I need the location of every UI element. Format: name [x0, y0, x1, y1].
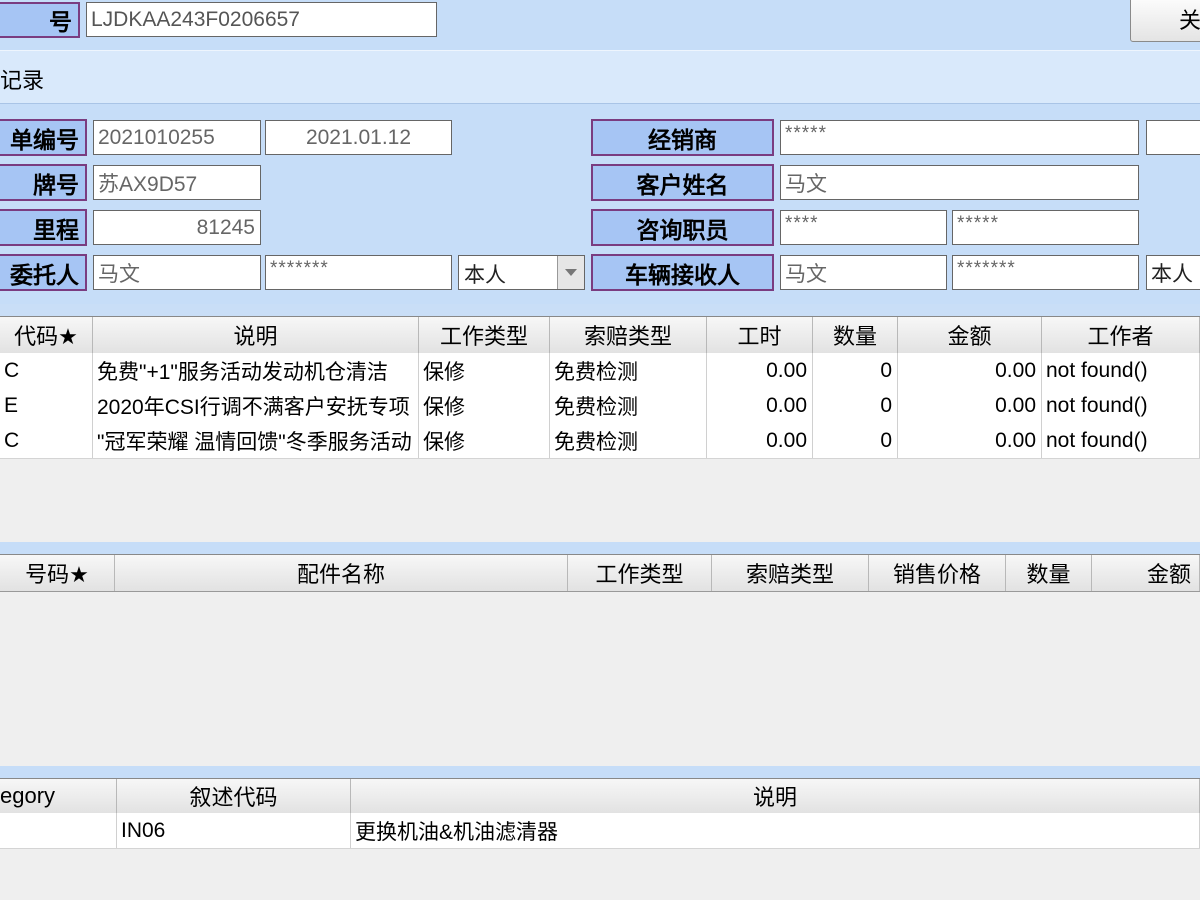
plate-label: 牌号 — [0, 164, 87, 201]
mileage-field[interactable]: 81245 — [93, 210, 261, 245]
cell: "冠军荣耀 温情回馈"冬季服务活动 — [93, 423, 419, 458]
cell — [0, 813, 117, 848]
cell: 免费检测 — [550, 388, 707, 423]
table-row[interactable]: IN06 更换机油&机油滤清器 — [0, 813, 1200, 849]
cell: C — [0, 423, 93, 458]
cell: E — [0, 388, 93, 423]
customer-name-field[interactable]: 马文 — [780, 165, 1139, 200]
client-label: 委托人 — [0, 254, 87, 291]
splitter[interactable] — [0, 542, 1200, 554]
col-header[interactable]: 代码★ — [0, 317, 93, 353]
col-header[interactable]: 金额 — [898, 317, 1042, 353]
col-header[interactable]: 数量 — [1006, 555, 1092, 591]
chevron-down-icon — [565, 269, 577, 276]
cell: 0.00 — [898, 423, 1042, 458]
col-header[interactable]: 索赔类型 — [712, 555, 869, 591]
record-tab-label: 记录 — [0, 68, 45, 93]
description-table-header: egory 叙述代码 说明 — [0, 779, 1200, 814]
cell: 0.00 — [707, 423, 813, 458]
cell: 保修 — [419, 388, 550, 423]
dropdown-button[interactable] — [557, 256, 584, 289]
dealer-field[interactable]: ***** — [780, 120, 1139, 155]
receiver-label: 车辆接收人 — [591, 254, 774, 291]
splitter[interactable] — [0, 766, 1200, 778]
col-header[interactable]: 叙述代码 — [117, 779, 351, 813]
receiver-name-field[interactable]: 马文 — [780, 255, 947, 290]
cell: 0.00 — [707, 388, 813, 423]
cell: 2020年CSI行调不满客户安抚专项 — [93, 388, 419, 423]
cell: C — [0, 353, 93, 388]
close-button[interactable]: 关 — [1130, 0, 1200, 42]
labor-table-header: 代码★ 说明 工作类型 索赔类型 工时 数量 金额 工作者 — [0, 317, 1200, 354]
cell: IN06 — [117, 813, 351, 848]
cell: 保修 — [419, 353, 550, 388]
mileage-label: 里程 — [0, 209, 87, 246]
cell: 0.00 — [707, 353, 813, 388]
col-header[interactable]: 说明 — [93, 317, 419, 353]
cell: not found() — [1042, 353, 1200, 388]
table-row[interactable]: E 2020年CSI行调不满客户安抚专项 保修 免费检测 0.00 0 0.00… — [0, 388, 1200, 424]
cell: not found() — [1042, 388, 1200, 423]
cell: 0 — [813, 353, 898, 388]
cell: 保修 — [419, 423, 550, 458]
col-header[interactable]: 金额 — [1092, 555, 1200, 591]
col-header[interactable]: 工时 — [707, 317, 813, 353]
table-row[interactable]: C 免费"+1"服务活动发动机仓清洁 保修 免费检测 0.00 0 0.00 n… — [0, 353, 1200, 389]
order-no-label: 单编号 — [0, 119, 87, 156]
advisor-label: 咨询职员 — [591, 209, 774, 246]
col-header[interactable]: 号码★ — [0, 555, 115, 591]
cell: 免费检测 — [550, 353, 707, 388]
order-no-field[interactable]: 2021010255 — [93, 120, 261, 155]
client-phone-field[interactable]: ******* — [265, 255, 452, 290]
advisor-field-1[interactable]: **** — [780, 210, 947, 245]
cell: 0 — [813, 423, 898, 458]
col-header[interactable]: 销售价格 — [869, 555, 1006, 591]
order-date-field[interactable]: 2021.01.12 — [265, 120, 452, 155]
labor-table: 代码★ 说明 工作类型 索赔类型 工时 数量 金额 工作者 C 免费"+1"服务… — [0, 316, 1200, 542]
col-header[interactable]: egory — [0, 779, 117, 813]
dealer-label: 经销商 — [591, 119, 774, 156]
client-relation-value: 本人 — [464, 264, 506, 287]
vin-field[interactable]: LJDKAA243F0206657 — [86, 2, 437, 37]
col-header[interactable]: 工作类型 — [568, 555, 712, 591]
cell: 更换机油&机油滤清器 — [351, 813, 1200, 848]
cell: 免费"+1"服务活动发动机仓清洁 — [93, 353, 419, 388]
receiver-phone-field[interactable]: ******* — [952, 255, 1139, 290]
cell: not found() — [1042, 423, 1200, 458]
cell: 0.00 — [898, 353, 1042, 388]
client-name-field[interactable]: 马文 — [93, 255, 261, 290]
description-table: egory 叙述代码 说明 IN06 更换机油&机油滤清器 — [0, 778, 1200, 900]
plate-field[interactable]: 苏AX9D57 — [93, 165, 261, 200]
vin-label: 号 — [0, 2, 80, 38]
table-row[interactable]: C "冠军荣耀 温情回馈"冬季服务活动 保修 免费检测 0.00 0 0.00 … — [0, 423, 1200, 459]
cell: 免费检测 — [550, 423, 707, 458]
record-tab-bar[interactable]: 记录 — [0, 50, 1200, 104]
customer-name-label: 客户姓名 — [591, 164, 774, 201]
col-header[interactable]: 配件名称 — [115, 555, 568, 591]
col-header[interactable]: 工作类型 — [419, 317, 550, 353]
advisor-field-2[interactable]: ***** — [952, 210, 1139, 245]
cell: 0.00 — [898, 388, 1042, 423]
dealer-extra-field[interactable] — [1146, 120, 1200, 155]
col-header[interactable]: 工作者 — [1042, 317, 1200, 353]
receiver-relation-field[interactable]: 本人 — [1146, 255, 1200, 290]
col-header[interactable]: 说明 — [351, 779, 1200, 813]
client-relation-select[interactable]: 本人 — [458, 255, 585, 290]
col-header[interactable]: 数量 — [813, 317, 898, 353]
cell: 0 — [813, 388, 898, 423]
col-header[interactable]: 索赔类型 — [550, 317, 707, 353]
parts-table-header: 号码★ 配件名称 工作类型 索赔类型 销售价格 数量 金额 — [0, 555, 1200, 592]
parts-table: 号码★ 配件名称 工作类型 索赔类型 销售价格 数量 金额 — [0, 554, 1200, 766]
